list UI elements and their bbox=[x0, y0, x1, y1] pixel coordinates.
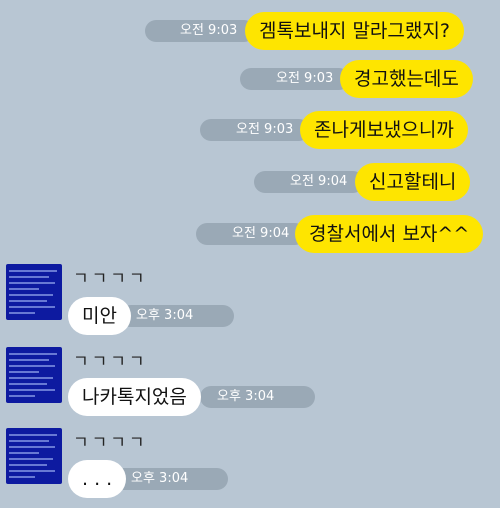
message-bubble[interactable]: 신고할테니 bbox=[355, 163, 471, 201]
chat-room: 오전 9:03 겜톡보내지 말라그랬지? 오전 9:03 경고했는데도 오전 9… bbox=[0, 0, 500, 508]
received-message[interactable]: ㄱㄱㄱㄱ 나카톡지었음 오후 3:04 bbox=[0, 345, 500, 425]
avatar[interactable] bbox=[6, 264, 62, 320]
message-time: 오전 9:04 bbox=[290, 174, 348, 189]
sent-message[interactable]: 오전 9:03 겜톡보내지 말라그랬지? bbox=[0, 12, 500, 52]
sent-message[interactable]: 오전 9:04 경찰서에서 보자^^ bbox=[0, 215, 500, 255]
sender-name: ㄱㄱㄱㄱ bbox=[73, 433, 148, 453]
message-bubble[interactable]: 존나게보냈으니까 bbox=[300, 111, 468, 149]
message-bubble[interactable]: . . . bbox=[68, 460, 127, 498]
sender-name: ㄱㄱㄱㄱ bbox=[73, 352, 148, 372]
message-time: 오전 9:04 bbox=[232, 226, 290, 241]
message-bubble[interactable]: 겜톡보내지 말라그랬지? bbox=[245, 12, 464, 50]
sent-message[interactable]: 오전 9:03 존나게보냈으니까 bbox=[0, 111, 500, 151]
sent-message[interactable]: 오전 9:03 경고했는데도 bbox=[0, 60, 500, 100]
message-bubble[interactable]: 경찰서에서 보자^^ bbox=[295, 215, 484, 253]
sent-message[interactable]: 오전 9:04 신고할테니 bbox=[0, 163, 500, 203]
message-bubble[interactable]: 나카톡지었음 bbox=[68, 378, 201, 416]
message-time: 오후 3:04 bbox=[131, 471, 189, 486]
message-time: 오전 9:03 bbox=[276, 71, 334, 86]
avatar[interactable] bbox=[6, 347, 62, 403]
avatar[interactable] bbox=[6, 428, 62, 484]
received-message[interactable]: ㄱㄱㄱㄱ 미안 오후 3:04 bbox=[0, 262, 500, 342]
received-message[interactable]: ㄱㄱㄱㄱ . . . 오후 3:04 bbox=[0, 426, 500, 506]
message-time: 오후 3:04 bbox=[217, 389, 275, 404]
message-bubble[interactable]: 미안 bbox=[68, 297, 131, 335]
message-time: 오전 9:03 bbox=[236, 122, 294, 137]
sender-name: ㄱㄱㄱㄱ bbox=[73, 269, 148, 289]
message-bubble[interactable]: 경고했는데도 bbox=[340, 60, 473, 98]
message-time: 오후 3:04 bbox=[136, 308, 194, 323]
message-time: 오전 9:03 bbox=[180, 23, 238, 38]
